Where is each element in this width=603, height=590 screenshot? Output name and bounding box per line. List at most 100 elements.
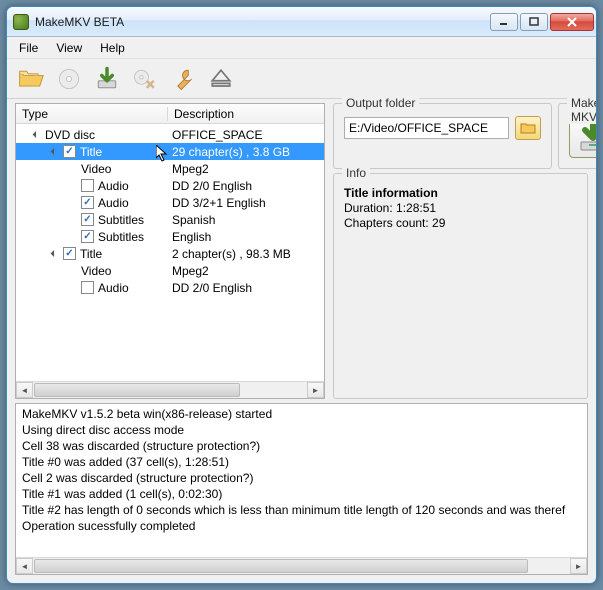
browse-folder-button[interactable] (515, 116, 541, 140)
eject-button[interactable] (205, 63, 237, 95)
minimize-icon (499, 17, 509, 27)
content-area: Type Description DVD discOFFICE_SPACETit… (7, 99, 596, 583)
tree-type-label: Title (80, 145, 102, 159)
log-line: Title #1 was added (1 cell(s), 0:02:30) (22, 486, 581, 502)
abort-icon (131, 65, 159, 93)
expander-icon[interactable] (50, 248, 61, 259)
tree-row[interactable]: Title 29 chapter(s) , 3.8 GB (16, 143, 324, 160)
scroll-track[interactable] (33, 382, 307, 398)
menu-view[interactable]: View (48, 39, 90, 57)
checkbox[interactable] (81, 281, 94, 294)
tree-type-label: DVD disc (45, 128, 95, 142)
window-controls (490, 13, 594, 31)
output-folder-label: Output folder (342, 96, 419, 110)
settings-button[interactable] (167, 63, 199, 95)
tree-row[interactable]: DVD discOFFICE_SPACE (16, 126, 324, 143)
column-type[interactable]: Type (16, 107, 168, 121)
log-line: Cell 2 was discarded (structure protecti… (22, 470, 581, 486)
app-window: MakeMKV BETA File View Help (6, 6, 597, 584)
top-row: Type Description DVD discOFFICE_SPACETit… (15, 103, 588, 399)
checkbox[interactable] (81, 213, 94, 226)
checkbox[interactable] (81, 179, 94, 192)
right-column: Output folder Make MKV (333, 103, 588, 399)
checkbox[interactable] (63, 145, 76, 158)
tree-type-label: Video (81, 162, 111, 176)
info-line: Duration: 1:28:51 (344, 201, 577, 215)
tree-desc-label: Spanish (168, 213, 324, 227)
minimize-button[interactable] (490, 13, 518, 31)
tree-type-label: Video (81, 264, 111, 278)
tree-row[interactable]: Video Mpeg2 (16, 262, 324, 279)
tree-row[interactable]: Audio DD 3/2+1 English (16, 194, 324, 211)
log-panel: MakeMKV v1.5.2 beta win(x86-release) sta… (15, 403, 588, 575)
tree-type-label: Audio (98, 196, 129, 210)
tree-type-label: Audio (98, 179, 129, 193)
maximize-icon (529, 17, 539, 27)
tree-scrollbar-h[interactable]: ◄ ► (16, 381, 324, 398)
close-button[interactable] (550, 13, 594, 31)
log-line: Using direct disc access mode (22, 422, 581, 438)
checkbox[interactable] (81, 230, 94, 243)
titlebar[interactable]: MakeMKV BETA (7, 7, 596, 37)
expander-icon[interactable] (50, 146, 61, 157)
checkbox[interactable] (63, 247, 76, 260)
window-title: MakeMKV BETA (35, 15, 490, 29)
menubar: File View Help (7, 37, 596, 59)
tree-row[interactable]: Title 2 chapter(s) , 98.3 MB (16, 245, 324, 262)
info-title: Title information (344, 186, 577, 200)
output-folder-input[interactable] (344, 117, 509, 139)
tree-type-label: Title (80, 247, 102, 261)
output-folder-group: Output folder (333, 103, 552, 169)
expander-icon[interactable] (32, 129, 43, 140)
scroll-right-button[interactable]: ► (307, 382, 324, 398)
log-line: Operation sucessfully completed (22, 518, 581, 534)
make-mkv-label: Make MKV (567, 96, 597, 124)
tree-desc-label: Mpeg2 (168, 162, 324, 176)
tree-type-label: Subtitles (98, 213, 144, 227)
open-disc-button[interactable] (53, 63, 85, 95)
maximize-button[interactable] (520, 13, 548, 31)
tree-row[interactable]: Video Mpeg2 (16, 160, 324, 177)
tree-desc-label: DD 2/0 English (168, 281, 324, 295)
stop-button[interactable] (129, 63, 161, 95)
tree-type-label: Audio (98, 281, 129, 295)
checkbox[interactable] (81, 196, 94, 209)
title-tree-panel: Type Description DVD discOFFICE_SPACETit… (15, 103, 325, 399)
log-line: Cell 38 was discarded (structure protect… (22, 438, 581, 454)
info-line: Chapters count: 29 (344, 216, 577, 230)
tree-row[interactable]: SubtitlesEnglish (16, 228, 324, 245)
tree-desc-label: Mpeg2 (168, 264, 324, 278)
tree-row[interactable]: Audio DD 2/0 English (16, 177, 324, 194)
log-scrollbar-h[interactable]: ◄ ► (16, 557, 587, 574)
disc-icon (55, 65, 83, 93)
info-label: Info (342, 166, 370, 180)
tree-row[interactable]: Subtitles Spanish (16, 211, 324, 228)
tree-desc-label: 2 chapter(s) , 98.3 MB (168, 247, 324, 261)
tree-row[interactable]: Audio DD 2/0 English (16, 279, 324, 296)
close-icon (566, 17, 578, 27)
eject-icon (207, 65, 235, 93)
backup-button[interactable] (91, 63, 123, 95)
menu-file[interactable]: File (11, 39, 46, 57)
open-file-button[interactable] (15, 63, 47, 95)
scroll-right-button[interactable]: ► (570, 558, 587, 574)
tree-body[interactable]: DVD discOFFICE_SPACE Title 29 chapter(s) ,… (16, 124, 324, 381)
scroll-track[interactable] (33, 558, 570, 574)
log-line: MakeMKV v1.5.2 beta win(x86-release) sta… (22, 406, 581, 422)
column-description[interactable]: Description (168, 107, 324, 121)
scroll-left-button[interactable]: ◄ (16, 558, 33, 574)
menu-help[interactable]: Help (92, 39, 133, 57)
app-icon (13, 14, 29, 30)
scroll-left-button[interactable]: ◄ (16, 382, 33, 398)
tree-desc-label: DD 3/2+1 English (168, 196, 324, 210)
tree-type-label: Subtitles (98, 230, 144, 244)
log-body[interactable]: MakeMKV v1.5.2 beta win(x86-release) sta… (16, 404, 587, 557)
tree-desc-label: 29 chapter(s) , 3.8 GB (168, 145, 324, 159)
log-line: Title #0 was added (37 cell(s), 1:28:51) (22, 454, 581, 470)
toolbar (7, 59, 596, 99)
tree-desc-label: DD 2/0 English (168, 179, 324, 193)
wrench-icon (169, 65, 197, 93)
make-mkv-group: Make MKV (558, 103, 597, 169)
info-group: Info Title information Duration: 1:28:51… (333, 173, 588, 399)
tree-header: Type Description (16, 104, 324, 124)
